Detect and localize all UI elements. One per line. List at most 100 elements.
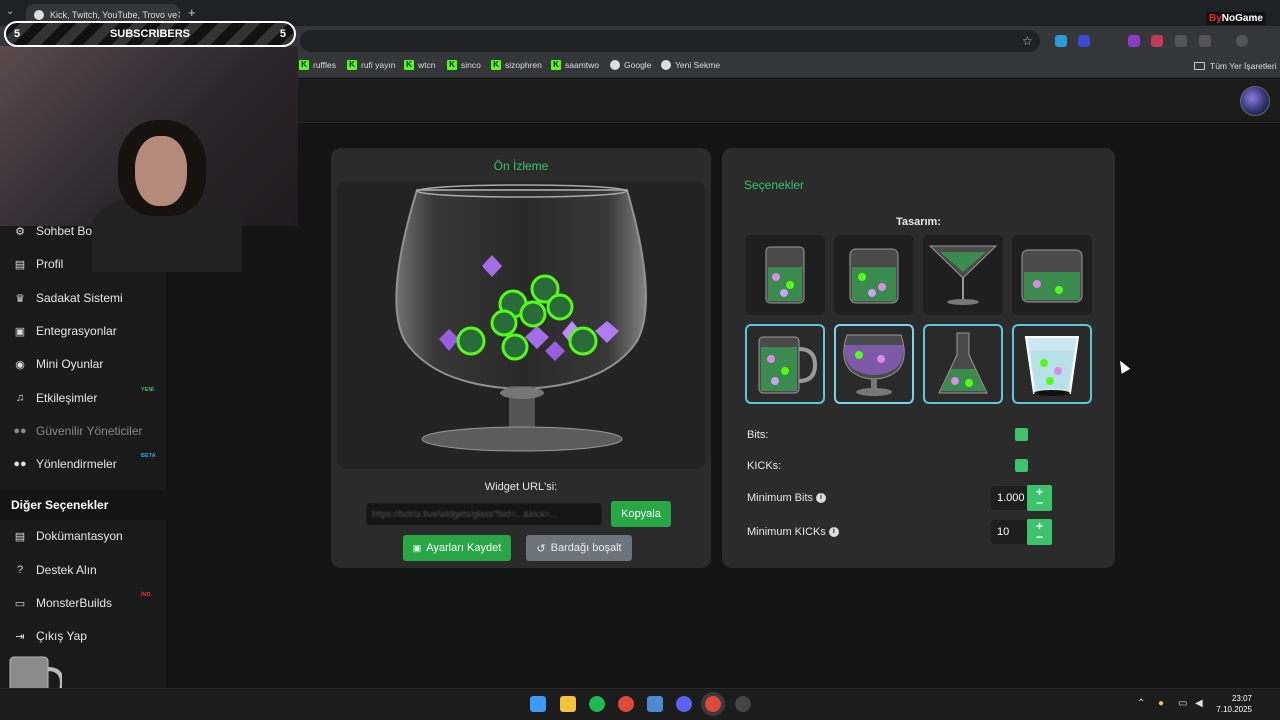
address-bar[interactable] — [300, 30, 1040, 52]
glass-preview — [337, 181, 705, 469]
sidebar-item-documentation[interactable]: ▤ Dokümantasyon — [0, 521, 166, 551]
extension-translate-icon[interactable] — [1055, 35, 1067, 47]
tab-close-icon[interactable]: ✕ — [177, 10, 180, 21]
bookmark-item[interactable]: Ksaamtwo — [551, 60, 599, 70]
kick-icon: K — [299, 60, 309, 70]
new-tab-button[interactable]: + — [188, 5, 196, 20]
bookmark-item[interactable]: Krufi yayın — [347, 60, 396, 70]
bits-checkbox[interactable] — [1015, 428, 1028, 441]
design-option-brandy-snifter[interactable] — [834, 324, 914, 404]
min-bits-label-row: Minimum Bits i — [747, 492, 827, 504]
extensions-puzzle-icon[interactable] — [1199, 35, 1211, 47]
tab-search-button[interactable]: ⌄ — [6, 6, 14, 17]
bookmark-star-icon[interactable]: ☆ — [1022, 34, 1033, 48]
subscribers-label: SUBSCRIBERS — [109, 28, 191, 40]
sidebar-item-label: Güvenilir Yöneticiler — [36, 424, 143, 438]
sidebar-item-label: Yönlendirmeler — [36, 457, 117, 471]
discord-icon[interactable] — [676, 696, 692, 712]
start-icon[interactable] — [530, 696, 546, 712]
min-bits-input[interactable]: 1.000 — [991, 486, 1027, 510]
design-option-wide-tumbler[interactable] — [834, 235, 914, 315]
square-jar-icon — [1021, 249, 1083, 303]
design-option-tall-glass[interactable] — [745, 235, 825, 315]
bookmark-item[interactable]: Yeni Sekme — [661, 60, 720, 70]
taskbar-clock[interactable]: 23:07 7.10.2025 — [1216, 693, 1252, 715]
bookmark-item[interactable]: Ksizophren — [491, 60, 542, 70]
kick-icon: K — [347, 60, 357, 70]
globe-icon — [661, 60, 671, 70]
sidebar-item-trusted-admins[interactable]: ●● Güvenilir Yöneticiler — [0, 416, 166, 446]
save-settings-label: Ayarları Kaydet — [426, 542, 502, 554]
sidebar-item-support[interactable]: ? Destek Alın — [0, 555, 166, 585]
save-settings-button[interactable]: ▣ Ayarları Kaydet — [403, 535, 511, 561]
app-icon[interactable] — [647, 696, 663, 712]
info-icon[interactable]: i — [816, 493, 827, 504]
kicks-checkbox[interactable] — [1015, 459, 1028, 472]
tray-mic-icon[interactable]: ● — [1158, 698, 1164, 709]
sidebar-item-integrations[interactable]: ▣ Entegrasyonlar — [0, 316, 166, 346]
extension-red-icon[interactable] — [1151, 35, 1163, 47]
extension-purple-icon[interactable] — [1128, 35, 1140, 47]
copy-button[interactable]: Kopyala — [611, 501, 671, 527]
tray-network-icon[interactable]: ▭ — [1178, 698, 1187, 709]
save-icon: ▣ — [412, 542, 422, 553]
beer-mug-icon — [758, 336, 817, 394]
id-card-icon: ▤ — [14, 258, 26, 271]
music-icon: ♫ — [15, 392, 25, 404]
sidebar-item-loyalty[interactable]: ♛ Sadakat Sistemi — [0, 283, 166, 313]
user-avatar[interactable] — [1240, 86, 1270, 116]
chrome-icon[interactable] — [618, 696, 634, 712]
undo-icon: ↺ — [536, 542, 546, 555]
bookmark-item[interactable]: Google — [610, 60, 651, 70]
design-option-flask[interactable] — [923, 324, 1003, 404]
empty-glass-button[interactable]: ↺ Bardağı boşalt — [526, 535, 632, 561]
kick-icon: K — [491, 60, 501, 70]
kick-icon: K — [404, 60, 414, 70]
extension-wave-icon[interactable] — [1078, 35, 1090, 47]
obs-icon[interactable] — [735, 696, 751, 712]
sidebar-item-label: Etkileşimler — [36, 391, 98, 405]
user-group-icon: ●● — [13, 458, 27, 470]
decrement-icon[interactable]: − — [1036, 531, 1043, 543]
users-icon: ●● — [13, 425, 27, 437]
extension-gamepad-icon[interactable] — [1175, 35, 1187, 47]
sidebar-item-mini-games[interactable]: ◉ Mini Oyunlar — [0, 349, 166, 379]
sidebar-item-label: Entegrasyonlar — [36, 324, 117, 338]
bookmark-item[interactable]: Kruffles — [299, 60, 336, 70]
min-kicks-stepper[interactable]: + − — [1027, 519, 1052, 545]
sidebar-item-interactions[interactable]: ♫ Etkileşimler YENİ — [0, 383, 166, 413]
bookmark-label: sinco — [461, 60, 481, 70]
kick-icon: K — [447, 60, 457, 70]
info-icon[interactable]: i — [828, 527, 839, 538]
all-bookmarks-button[interactable]: Tüm Yer İşaretleri — [1194, 61, 1277, 71]
sidebar-item-logout[interactable]: ⇥ Çıkış Yap — [0, 621, 166, 651]
brand-watermark: ByNoGame — [1206, 12, 1266, 25]
widget-url-input[interactable]: https://botrix.live/widgets/glass?bid=..… — [365, 502, 603, 526]
sidebar-item-label: Mini Oyunlar — [36, 357, 104, 371]
bookmark-item[interactable]: Kwtcn — [404, 60, 435, 70]
options-title: Seçenekler — [744, 178, 805, 192]
min-kicks-input[interactable]: 10 — [991, 520, 1027, 544]
sidebar-item-monsterbuilds[interactable]: ▭ MonsterBuilds İND. — [0, 588, 166, 618]
kick-icon: K — [551, 60, 561, 70]
min-bits-stepper[interactable]: + − — [1027, 485, 1052, 511]
bookmark-item[interactable]: Ksinco — [447, 60, 481, 70]
file-explorer-icon[interactable] — [560, 696, 576, 712]
windows-taskbar — [0, 688, 1280, 720]
sidebar-item-label: Sadakat Sistemi — [36, 291, 123, 305]
sidebar-item-redirects[interactable]: ●● Yönlendirmeler BETA — [0, 449, 166, 479]
design-option-square-jar[interactable] — [1012, 235, 1092, 315]
profile-icon[interactable] — [1236, 35, 1248, 47]
bookmark-label: Google — [624, 60, 652, 70]
tray-chevron-icon[interactable]: ⌃ — [1137, 698, 1145, 709]
bookmark-label: rufi yayın — [361, 60, 396, 70]
design-option-paper-cup[interactable] — [1012, 324, 1092, 404]
scroll-icon: ▤ — [14, 530, 26, 543]
tray-volume-icon[interactable]: ◀ — [1195, 698, 1203, 709]
design-option-beer-mug[interactable] — [745, 324, 825, 404]
spotify-icon[interactable] — [589, 696, 605, 712]
chrome-active-icon[interactable] — [705, 696, 721, 712]
laptop-icon: ▭ — [14, 597, 26, 610]
design-option-martini[interactable] — [923, 235, 1003, 315]
decrement-icon[interactable]: − — [1036, 497, 1043, 509]
